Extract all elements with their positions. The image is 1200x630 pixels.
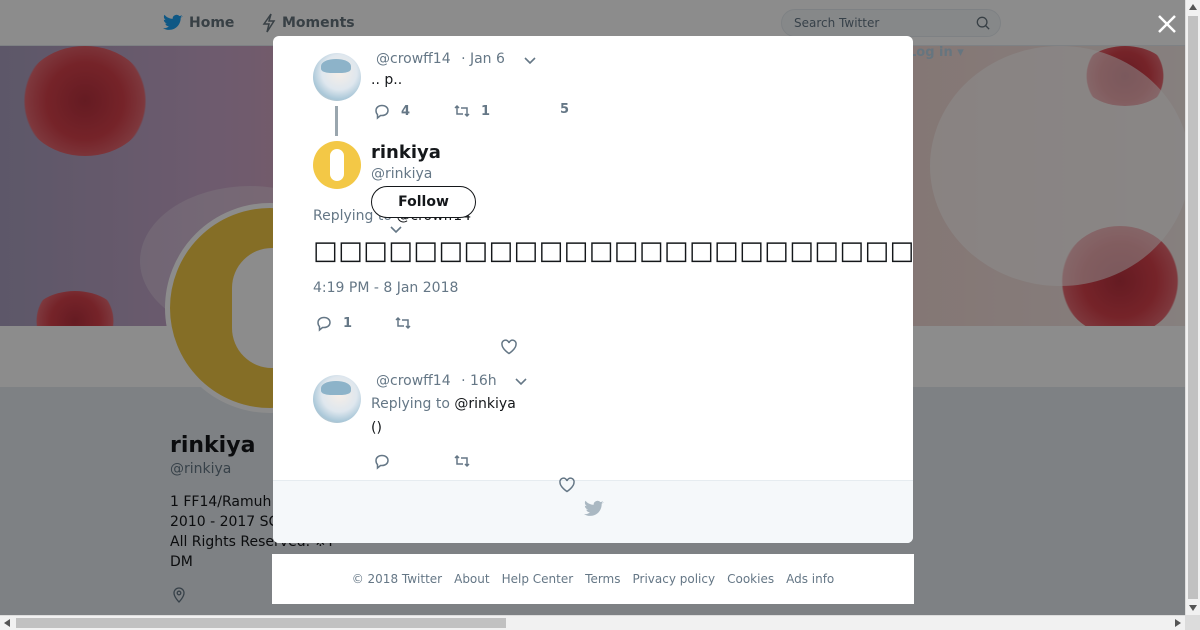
like-count: 5	[560, 102, 570, 117]
scroll-down-icon[interactable]	[1189, 605, 1197, 611]
footer-link-cookies[interactable]: Cookies	[727, 572, 774, 586]
replying-mention[interactable]: @rinkiya	[454, 396, 515, 412]
tweet-time[interactable]: · Jan 6	[461, 51, 505, 67]
avatar[interactable]	[313, 375, 361, 423]
tweet-time[interactable]: · 16h	[461, 373, 497, 389]
vertical-scrollbar[interactable]	[1185, 0, 1200, 615]
tweet-handle[interactable]: @crowff14	[376, 373, 451, 389]
retweet-count: 1	[481, 103, 491, 119]
scroll-up-icon[interactable]	[1189, 4, 1197, 10]
tweet-author-handle[interactable]: @rinkiya	[371, 166, 432, 182]
heart-icon	[501, 339, 517, 355]
tweet-header: @crowff14 · Jan 6	[376, 51, 505, 67]
heart-icon	[559, 477, 575, 493]
tweet-text: □□□□□□□□□□□□□□□□□□□□□□□□□□□□□□□□□□□□□□□□…	[313, 236, 913, 266]
login-label: Log in	[908, 45, 953, 60]
close-icon[interactable]	[1155, 12, 1179, 36]
twitter-bird-icon	[584, 500, 604, 516]
tweet-author-name[interactable]: rinkiya	[371, 142, 441, 163]
like-button[interactable]	[558, 476, 576, 494]
avatar[interactable]	[313, 141, 361, 189]
horizontal-scrollbar[interactable]	[0, 615, 1185, 630]
footer-link-about[interactable]: About	[454, 572, 489, 586]
thread-connector	[335, 106, 338, 136]
like-button[interactable]: 5	[560, 102, 569, 117]
modal-footer	[273, 480, 913, 543]
tweet-modal: @crowff14 · Jan 6 .. p.. 4 1 5 rinkiya @…	[273, 36, 913, 543]
chevron-down-icon[interactable]	[390, 226, 402, 234]
footer-copyright: © 2018 Twitter	[351, 572, 443, 586]
chevron-down-icon[interactable]	[524, 57, 536, 65]
replying-to: Replying to @rinkiya	[371, 396, 516, 412]
tweet-text: .. p..	[371, 72, 403, 88]
retweet-button[interactable]	[453, 452, 471, 470]
page-footer: © 2018 Twitter About Help Center Terms P…	[272, 554, 914, 604]
reply-icon	[375, 104, 389, 120]
scrollbar-corner	[1185, 615, 1200, 630]
tweet-handle[interactable]: @crowff14	[376, 51, 451, 67]
retweet-button[interactable]: 1	[453, 102, 490, 120]
login-link[interactable]: Log in ▾	[908, 45, 964, 60]
tweet-timestamp[interactable]: 4:19 PM - 8 Jan 2018	[313, 280, 458, 296]
reply-button[interactable]	[373, 452, 391, 470]
reply-icon	[317, 316, 331, 332]
retweet-icon	[454, 104, 470, 118]
replying-prefix: Replying to	[371, 396, 450, 412]
chevron-down-icon[interactable]	[515, 378, 527, 386]
tweet-text: ()	[371, 420, 382, 436]
like-button[interactable]	[500, 338, 518, 356]
tweet-header: @crowff14 · 16h	[376, 373, 497, 389]
footer-link-privacy[interactable]: Privacy policy	[633, 572, 716, 586]
footer-link-terms[interactable]: Terms	[585, 572, 620, 586]
footer-link-help[interactable]: Help Center	[502, 572, 574, 586]
reply-button[interactable]: 1	[315, 314, 352, 332]
scroll-thumb[interactable]	[1188, 16, 1198, 599]
follow-button[interactable]: Follow	[371, 186, 476, 218]
scroll-left-icon[interactable]	[4, 619, 10, 627]
reply-button[interactable]: 4	[373, 102, 410, 120]
retweet-icon	[395, 316, 411, 330]
footer-link-ads[interactable]: Ads info	[786, 572, 834, 586]
reply-icon	[375, 454, 389, 470]
retweet-button[interactable]	[394, 314, 412, 332]
retweet-icon	[454, 454, 470, 468]
scroll-thumb[interactable]	[16, 618, 506, 628]
scroll-right-icon[interactable]	[1175, 619, 1181, 627]
reply-count: 1	[343, 315, 353, 331]
avatar[interactable]	[313, 53, 361, 101]
chevron-down-icon: ▾	[957, 45, 964, 60]
reply-count: 4	[401, 103, 411, 119]
